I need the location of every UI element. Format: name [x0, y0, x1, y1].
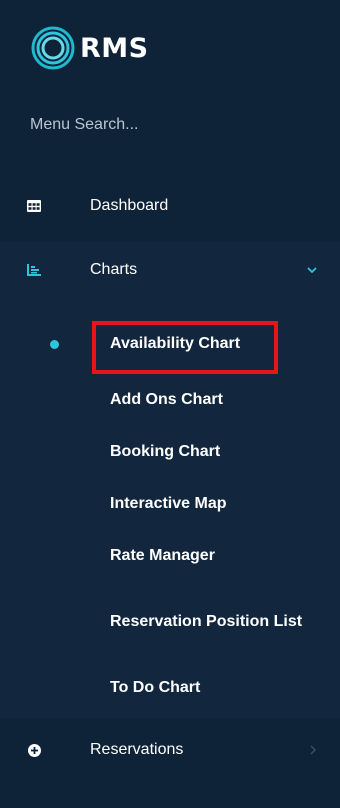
sidebar-item-dashboard[interactable]: Dashboard: [0, 178, 340, 234]
submenu-item-interactive-map[interactable]: Interactive Map: [0, 478, 340, 530]
bar-chart-icon: [27, 263, 41, 277]
submenu-item-label: Reservation Position List: [110, 613, 303, 630]
submenu-item-rate-manager[interactable]: Rate Manager: [0, 530, 340, 582]
submenu-item-reservation-position-list[interactable]: Reservation Position List: [0, 592, 340, 652]
sidebar-item-label: Reservations: [90, 741, 184, 758]
sidebar-item-label: Dashboard: [90, 197, 169, 214]
sidebar-item-label: Charts: [90, 261, 138, 278]
charts-section: Charts Availability Chart Add Ons Chart …: [0, 242, 340, 718]
submenu-item-label: To Do Chart: [110, 679, 201, 696]
plus-circle-icon: [27, 743, 41, 757]
submenu-item-label: Rate Manager: [110, 547, 215, 564]
submenu-item-to-do-chart[interactable]: To Do Chart: [0, 662, 340, 714]
submenu-item-label: Add Ons Chart: [110, 391, 223, 408]
sidebar-item-charts[interactable]: Charts: [0, 242, 340, 298]
active-indicator-dot: [50, 339, 59, 349]
chevron-right-icon[interactable]: [308, 744, 318, 756]
highlight-annotation-box: [92, 321, 278, 374]
chevron-down-icon[interactable]: [306, 264, 318, 276]
sidebar-item-reservations[interactable]: Reservations: [0, 722, 340, 778]
menu-search-input[interactable]: Menu Search...: [30, 116, 139, 134]
table-grid-icon: [27, 199, 41, 213]
submenu-item-label: Interactive Map: [110, 495, 227, 512]
sidebar: RMS Menu Search... Dashboard Charts Avai…: [0, 0, 340, 808]
rms-logo-icon: [31, 26, 75, 70]
submenu-item-label: Booking Chart: [110, 443, 221, 460]
submenu-item-booking-chart[interactable]: Booking Chart: [0, 426, 340, 478]
submenu-item-add-ons-chart[interactable]: Add Ons Chart: [0, 374, 340, 426]
brand-name: RMS: [80, 32, 149, 64]
rms-logo[interactable]: RMS: [30, 24, 149, 72]
